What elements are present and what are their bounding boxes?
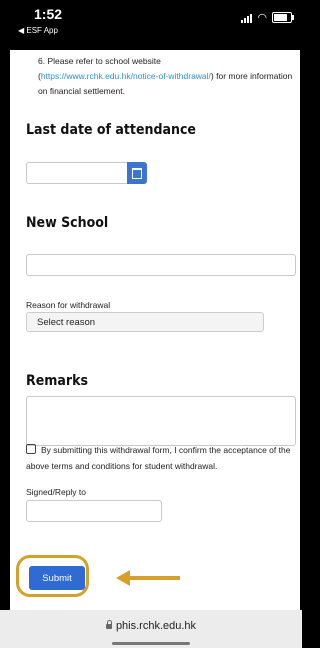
consent-row: By submitting this withdrawal form, I co… (26, 442, 296, 474)
home-indicator[interactable] (112, 642, 190, 645)
list-number: 6. (38, 56, 46, 66)
last-date-heading: Last date of attendance (26, 122, 196, 138)
calendar-button[interactable] (127, 162, 147, 184)
clock: 1:52 (34, 6, 63, 22)
signal-icon (241, 13, 253, 23)
consent-checkbox[interactable] (26, 444, 36, 454)
signed-label: Signed/Reply to (26, 487, 87, 497)
new-school-input[interactable] (26, 254, 296, 276)
notice-link[interactable]: https://www.rchk.edu.hk/notice-of-withdr… (41, 71, 211, 81)
remarks-textarea[interactable] (26, 396, 296, 446)
url-text: phis.rchk.edu.hk (115, 620, 197, 632)
lock-icon (105, 620, 112, 629)
submit-button[interactable]: Submit (29, 566, 85, 590)
date-picker (26, 162, 147, 184)
wifi-icon: ◠ (257, 12, 267, 24)
list-text: Please refer to school website (47, 56, 161, 66)
calendar-icon (132, 167, 142, 179)
date-input[interactable] (26, 162, 127, 184)
consent-label: By submitting this withdrawal form, I co… (26, 445, 291, 471)
remarks-heading: Remarks (26, 373, 88, 389)
reason-label: Reason for withdrawal (26, 300, 111, 310)
system-icons: ◠ (241, 12, 294, 24)
new-school-heading: New School (26, 215, 109, 231)
withdrawal-form: 6. Please refer to school website (https… (10, 50, 300, 610)
reason-select[interactable]: Select reason (26, 312, 264, 332)
list-item: 6. Please refer to school website (https… (38, 56, 293, 96)
address-bar[interactable]: phis.rchk.edu.hk (0, 610, 302, 648)
signed-input[interactable] (26, 500, 162, 522)
battery-icon (272, 12, 294, 23)
status-bar: 1:52 ◀ ESF App ◠ (0, 0, 302, 50)
back-to-app-link[interactable]: ◀ ESF App (18, 26, 58, 35)
